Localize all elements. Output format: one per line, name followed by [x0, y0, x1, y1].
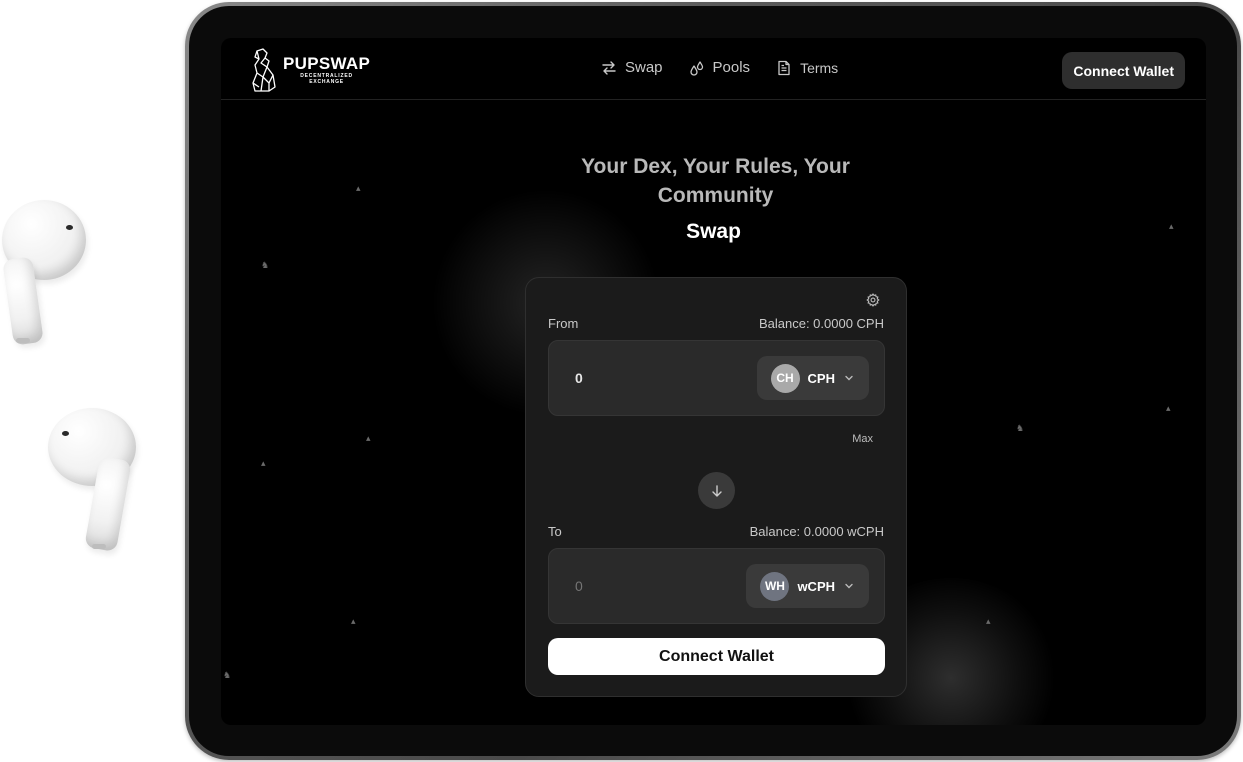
from-token-symbol: CPH: [807, 370, 835, 386]
dog-sparkle-icon: ♞: [1016, 423, 1025, 433]
logo-text: PUPSWAP DECENTRALIZED EXCHANGE: [283, 54, 371, 86]
max-button[interactable]: Max: [852, 433, 873, 445]
dog-logo-icon: [252, 48, 276, 92]
swap-card: From Balance: 0.0000 CPH CH CPH Max To B…: [525, 277, 907, 697]
swap-arrows-icon: [602, 60, 616, 75]
dog-sparkle-icon: ▴: [356, 183, 361, 193]
from-amount-input[interactable]: [575, 370, 725, 386]
to-token-symbol: wCPH: [797, 578, 835, 594]
app-screen: ♞ ▴ ▴ ▴ ▴ ♞ ▴ ▴ ▴ ♞ PUPSWAP DECENTRALIZE…: [221, 38, 1206, 725]
dog-sparkle-icon: ♞: [223, 670, 232, 680]
gear-icon[interactable]: [866, 293, 880, 307]
dog-sparkle-icon: ▴: [351, 616, 356, 626]
logo-title: PUPSWAP: [283, 54, 371, 73]
page-title: Swap: [686, 220, 741, 243]
connect-wallet-header-button[interactable]: Connect Wallet: [1062, 52, 1185, 89]
earbud-bottom-icon: [46, 406, 142, 558]
pupswap-logo[interactable]: PUPSWAP DECENTRALIZED EXCHANGE: [247, 47, 370, 93]
to-balance: Balance: 0.0000 wCPH: [749, 524, 884, 539]
from-token-select[interactable]: CH CPH: [756, 356, 869, 400]
to-label: To: [548, 524, 562, 539]
from-balance: Balance: 0.0000 CPH: [758, 316, 884, 331]
from-label: From: [548, 316, 579, 331]
chevron-down-icon: [845, 375, 853, 381]
dog-sparkle-icon: ▴: [1166, 403, 1171, 413]
dog-sparkle-icon: ♞: [261, 260, 270, 270]
to-token-select[interactable]: WH wCPH: [746, 564, 869, 608]
cph-token-avatar: CH: [770, 363, 800, 393]
nav-item-terms[interactable]: Terms: [776, 59, 838, 76]
scene: ♞ ▴ ▴ ▴ ▴ ♞ ▴ ▴ ▴ ♞ PUPSWAP DECENTRALIZE…: [0, 0, 1243, 762]
switch-direction-button[interactable]: [698, 472, 735, 509]
from-token-box: CH CPH: [548, 340, 885, 416]
nav-item-pools[interactable]: Pools: [689, 59, 751, 76]
to-amount-input[interactable]: [575, 578, 725, 594]
nav-label: Swap: [625, 59, 663, 76]
arrow-down-icon: [711, 484, 722, 497]
wcph-token-avatar: WH: [760, 571, 790, 601]
chevron-down-icon: [845, 583, 853, 589]
nav-label: Terms: [800, 59, 839, 76]
droplets-icon: [689, 60, 703, 76]
dog-sparkle-icon: ▴: [986, 616, 991, 626]
connect-wallet-button[interactable]: Connect Wallet: [548, 638, 885, 675]
main-nav: Swap Pools Terms: [601, 59, 838, 76]
top-navbar: PUPSWAP DECENTRALIZED EXCHANGE Swap Pool…: [221, 38, 1206, 100]
to-token-box: WH wCPH: [548, 548, 885, 624]
document-icon: [778, 60, 790, 75]
hero-tagline: Your Dex, Your Rules, Your Community: [581, 155, 850, 207]
dog-sparkle-icon: ▴: [366, 433, 371, 443]
nav-item-swap[interactable]: Swap: [601, 59, 663, 76]
earbud-top-icon: [0, 198, 90, 350]
logo-subtitle: EXCHANGE: [309, 79, 344, 85]
nav-label: Pools: [712, 59, 751, 76]
dog-sparkle-icon: ▴: [261, 458, 266, 468]
